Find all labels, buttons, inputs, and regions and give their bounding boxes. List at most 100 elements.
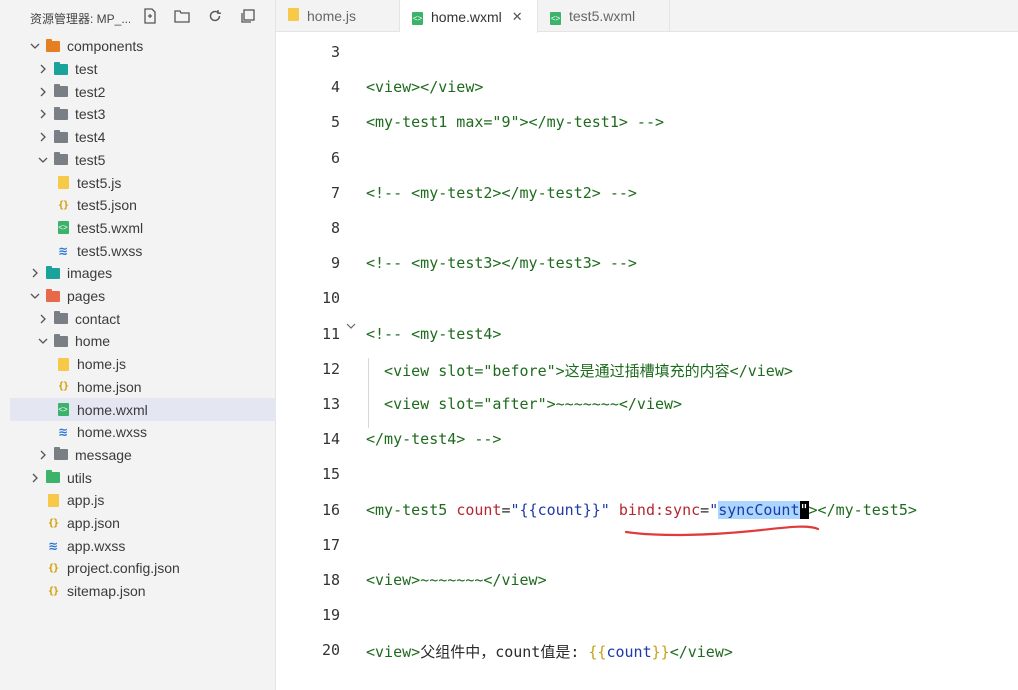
folder-open-icon [46,288,60,303]
new-file-icon[interactable] [141,7,159,25]
code-token: ></my-test5> [808,500,917,519]
red-annotation-underline [624,525,820,537]
chevron-down-icon[interactable] [36,153,50,167]
code-line[interactable]: </my-test4> --> [366,430,501,448]
tree-item-home-json[interactable]: {} home.json [10,376,276,399]
tree-item-test5[interactable]: test5 [10,149,276,172]
tree-item-app-wxss[interactable]: ≋ app.wxss [10,534,276,557]
tree-item-test2[interactable]: test2 [10,80,276,103]
code-line[interactable]: <view slot="after">~~~~~~~</view> [366,395,682,413]
code-token: count [606,643,652,662]
folder-icon [54,106,68,121]
code-line[interactable]: <view></view> [366,78,483,96]
tree-item-test4[interactable]: test4 [10,126,276,149]
tab-home-js[interactable]: home.js [276,0,400,32]
refresh-icon[interactable] [206,7,224,25]
tree-item-message[interactable]: message [10,444,276,467]
line-number: 18 [321,571,340,589]
code-token: </view> [669,643,733,662]
tree-item-components[interactable]: components [10,35,276,58]
tree-item-label: test4 [75,129,106,146]
line-number: 8 [330,219,340,237]
tree-item-test5-wxml[interactable]: <> test5.wxml [10,217,276,240]
code-line[interactable]: <!-- <my-test4> [366,325,501,343]
tree-item-home[interactable]: home [10,330,276,353]
tree-item-home-wxss[interactable]: ≋ home.wxss [10,421,276,444]
line-number: 16 [321,500,340,519]
line-number: 12 [321,359,340,378]
code-token: count [456,500,502,519]
new-folder-icon[interactable] [173,7,191,25]
tree-item-app-js[interactable]: app.js [10,489,276,512]
selected-text: syncCount [718,500,800,519]
tree-item-test5-json[interactable]: {} test5.json [10,194,276,217]
chevron-down-icon[interactable] [36,334,50,348]
code-token: "{{count}}" [510,500,610,519]
fold-chevron-icon[interactable] [346,321,356,334]
tree-item-project-config-json[interactable]: {} project.config.json [10,557,276,580]
tree-item-label: test5.js [77,174,122,191]
editor-tabs: home.js <> home.wxml ✕ <> test5.wxml [276,0,1018,33]
code-line[interactable]: <!-- <my-test2></my-test2> --> [366,184,637,202]
chevron-right-icon[interactable] [36,448,50,462]
json-file-icon: {} [57,381,69,393]
tree-item-test5-js[interactable]: test5.js [10,171,276,194]
folder-icon [54,84,68,99]
tree-item-contact[interactable]: contact [10,307,276,330]
tree-item-images[interactable]: images [10,262,276,285]
code-line[interactable]: <view>父组件中，count值是: {{count}}</view> [366,641,733,662]
code-line[interactable]: <my-test1 max="9"></my-test1> --> [366,113,664,131]
collapse-all-icon[interactable] [239,7,257,25]
chevron-right-icon[interactable] [36,130,50,144]
tab-label: test5.wxml [569,8,636,24]
line-number: 10 [321,289,340,308]
code-editor[interactable]: 3 4 <view></view> 5 <my-test1 max="9"></my-t… [276,33,1018,690]
tab-home-wxml[interactable]: <> home.wxml ✕ [400,0,538,33]
chevron-down-icon[interactable] [28,289,42,303]
tree-item-test3[interactable]: test3 [10,103,276,126]
chevron-right-icon[interactable] [36,107,50,121]
chevron-right-icon[interactable] [28,471,42,485]
tree-item-sitemap-json[interactable]: {} sitemap.json [10,580,276,603]
js-file-icon [288,8,299,24]
tree-item-label: home.js [77,356,127,373]
line-number: 6 [330,148,340,167]
code-token: <view>~~~~~~~</view> [366,571,547,589]
text-cursor: " [799,500,809,519]
code-line[interactable]: <view>~~~~~~~</view> [366,571,547,589]
tree-item-test[interactable]: test [10,58,276,81]
line-number: 20 [321,641,340,660]
tree-item-app-json[interactable]: {} app.json [10,512,276,535]
tree-item-home-js[interactable]: home.js [10,353,276,376]
chevron-right-icon[interactable] [36,85,50,99]
code-token: <view></view> [366,78,484,97]
tree-item-label: home.wxml [77,401,148,418]
close-icon[interactable]: ✕ [512,9,523,25]
explorer-header: 资源管理器: MP_... [0,0,276,33]
tree-item-test5-wxss[interactable]: ≋ test5.wxss [10,239,276,262]
tab-test5-wxml[interactable]: <> test5.wxml [538,0,670,32]
code-line[interactable]: <view slot="before">这是通过插槽填充的内容</view> [366,360,793,381]
code-token: " [709,500,719,519]
tree-item-home-wxml[interactable]: <> home.wxml [10,398,276,421]
line-number: 13 [321,395,340,413]
code-line[interactable]: <!-- <my-test3></my-test3> --> [366,254,637,272]
tree-item-utils[interactable]: utils [10,466,276,489]
code-token: <view slot="after">~~~~~~~</view> [366,395,683,413]
tree-item-label: test5.wxml [77,219,144,236]
code-line[interactable]: <my-test5 count="{{count}}" bind:sync="s… [366,500,917,519]
wxss-file-icon: ≋ [47,538,59,553]
folder-open-icon [46,38,60,53]
tree-item-pages[interactable]: pages [10,285,276,308]
line-number: 5 [330,113,340,132]
tree-item-label: message [75,446,132,463]
code-token: }} [651,643,670,662]
chevron-right-icon[interactable] [36,312,50,326]
chevron-right-icon[interactable] [28,266,42,280]
chevron-down-icon[interactable] [28,39,42,53]
line-number: 14 [321,430,340,449]
chevron-right-icon[interactable] [36,62,50,76]
code-token: <view slot="before">这是通过插槽填充的内容</view> [366,361,793,380]
code-token: {{ [588,643,607,662]
